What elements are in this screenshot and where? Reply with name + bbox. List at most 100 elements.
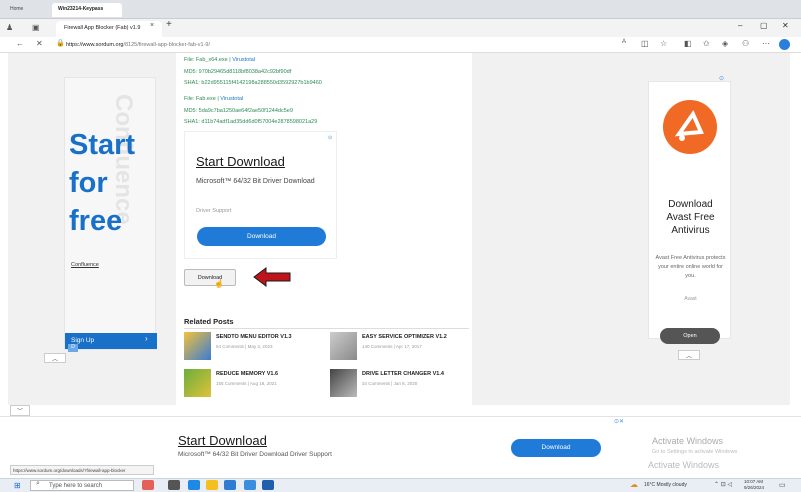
activation-hint: Go to Settings to activate Windows. bbox=[652, 449, 739, 455]
collections-icon[interactable]: ◧ bbox=[684, 39, 692, 48]
post-thumbnail bbox=[330, 332, 357, 360]
hand-cursor-icon: ☝ bbox=[214, 279, 224, 288]
post-meta: 140 Comments | Apr 17, 2017 bbox=[362, 344, 422, 349]
ad-close-icon[interactable]: ⊙✕ bbox=[614, 418, 624, 425]
favorites-icon[interactable]: ✩ bbox=[703, 39, 710, 48]
ad-headline: Start for free bbox=[69, 129, 136, 237]
mail-icon[interactable] bbox=[244, 480, 256, 490]
taskbar-search-input[interactable]: Type here to search bbox=[30, 480, 134, 491]
related-post[interactable]: EASY SERVICE OPTIMIZER V1.2 140 Comments… bbox=[330, 332, 470, 364]
back-icon[interactable]: ← bbox=[16, 39, 24, 48]
post-meta: 155 Comments | Aug 18, 2021 bbox=[216, 381, 277, 386]
activation-watermark: Activate Windows bbox=[648, 460, 720, 470]
open-button[interactable]: Open bbox=[660, 328, 720, 344]
bottom-ad-title[interactable]: Start Download bbox=[178, 433, 267, 448]
profile-icon[interactable]: ♟ bbox=[6, 23, 13, 32]
sha1-line: SHA1: b22d955115f4142198a288550d3592927b… bbox=[184, 80, 322, 86]
outer-tab-home[interactable]: Home bbox=[4, 3, 50, 17]
ad-choices-icon[interactable]: ⊙ bbox=[328, 135, 332, 141]
red-arrow-icon bbox=[253, 267, 291, 287]
post-thumbnail bbox=[330, 369, 357, 397]
outer-tab-strip: Home Win23214-Keypass bbox=[0, 0, 801, 19]
more-menu-icon[interactable]: ⋯ bbox=[762, 39, 770, 48]
file-line: File: Fab.exe | Virustotal bbox=[184, 96, 244, 102]
store-icon[interactable] bbox=[224, 480, 236, 490]
right-ad-collapse-chevron-up-icon[interactable]: ︿ bbox=[678, 350, 700, 360]
app-icon[interactable] bbox=[262, 480, 274, 490]
search-icon: ⌕ bbox=[36, 480, 40, 487]
file-explorer-icon[interactable] bbox=[206, 480, 218, 490]
widgets-icon[interactable] bbox=[142, 480, 154, 490]
weather-icon: ☁ bbox=[630, 480, 638, 489]
divider bbox=[184, 328, 469, 329]
post-thumbnail bbox=[184, 369, 211, 397]
bottom-ad-subtitle: Microsoft™ 64/32 Bit Driver Download Dri… bbox=[178, 451, 332, 458]
browser-tab-bar: ♟ ▣ Firewall App Blocker (Fab) v1.9 bbox=[0, 19, 801, 37]
url-field[interactable]: https://www.sordum.org/8125/firewall-app… bbox=[66, 40, 606, 51]
read-aloud-icon[interactable]: A bbox=[622, 39, 626, 45]
status-bar-url: https://www.sordum.org/downloads/?firewa… bbox=[10, 465, 154, 475]
extensions-icon[interactable]: ◈ bbox=[722, 39, 728, 48]
sign-up-button[interactable]: Sign Up bbox=[65, 333, 157, 349]
notifications-icon[interactable]: ▭ bbox=[779, 481, 786, 489]
ad-advertiser: Driver Support bbox=[196, 208, 232, 214]
related-post[interactable]: SENDTO MENU EDITOR V1.3 54 Comments | Ma… bbox=[184, 332, 324, 364]
post-thumbnail bbox=[184, 332, 211, 360]
avast-symbol bbox=[674, 109, 704, 141]
activation-watermark: Activate Windows bbox=[652, 436, 724, 446]
new-tab-button[interactable]: + bbox=[166, 19, 172, 30]
ad-download-button[interactable]: Download bbox=[197, 227, 326, 246]
favorite-star-icon[interactable]: ☆ bbox=[660, 39, 667, 48]
sha1-line: SHA1: d11b74adf1ad35dd6d0f57004e28785980… bbox=[184, 119, 318, 125]
minimize-button[interactable]: – bbox=[738, 21, 742, 30]
reload-stop-icon[interactable]: ✕ bbox=[36, 39, 43, 48]
weather-text[interactable]: 16°C Mostly cloudy bbox=[644, 482, 687, 488]
bottom-ad-download-button[interactable]: Download bbox=[511, 439, 601, 457]
post-title[interactable]: REDUCE MEMORY V1.6 bbox=[216, 371, 278, 377]
ad-subtitle: Microsoft™ 64/32 Bit Driver Download bbox=[196, 178, 315, 185]
post-meta: 54 Comments | May 3, 2023 bbox=[216, 344, 273, 349]
confluence-ad[interactable]: Confluence Start for free Confluence Sig… bbox=[64, 77, 157, 352]
tab-firewall-app-blocker[interactable]: Firewall App Blocker (Fab) v1.9 bbox=[56, 21, 162, 37]
post-title[interactable]: SENDTO MENU EDITOR V1.3 bbox=[216, 334, 292, 340]
tray-icons[interactable]: ⌃ ⊡ ◁ bbox=[714, 481, 732, 488]
clock[interactable]: 10:07 AM 9/26/2024 bbox=[744, 479, 764, 491]
task-view-icon[interactable] bbox=[168, 480, 180, 490]
download-button[interactable]: Download bbox=[184, 269, 236, 286]
related-posts-title: Related Posts bbox=[184, 317, 234, 326]
outer-tab-keypass[interactable]: Win23214-Keypass bbox=[52, 3, 122, 17]
split-screen-icon[interactable]: ◫ bbox=[641, 39, 649, 48]
chevron-right-icon: › bbox=[145, 334, 148, 343]
ad-description: Avast Free Antivirus protects your entir… bbox=[655, 255, 726, 279]
ad-badge: D bbox=[68, 344, 78, 352]
post-title[interactable]: DRIVE LETTER CHANGER V1.4 bbox=[362, 371, 444, 377]
virustotal-link[interactable]: Virustotal bbox=[232, 57, 255, 63]
page-viewport: Confluence Start for free Confluence Sig… bbox=[8, 53, 790, 405]
related-post[interactable]: REDUCE MEMORY V1.6 155 Comments | Aug 18… bbox=[184, 369, 324, 401]
edge-taskbar-icon[interactable] bbox=[188, 480, 200, 490]
avast-ad[interactable]: ⊙ Download Avast Free Antivirus Avast Fr… bbox=[648, 76, 731, 344]
profile-sync-icon[interactable]: ⚇ bbox=[742, 39, 749, 48]
ad-title[interactable]: Start Download bbox=[196, 154, 285, 169]
post-meta: 34 Comments | Jan 8, 2020 bbox=[362, 381, 418, 386]
virustotal-link[interactable]: Virustotal bbox=[220, 96, 243, 102]
chevron-down-icon[interactable]: ﹀ bbox=[10, 405, 30, 416]
tab-actions-icon[interactable]: ▣ bbox=[32, 23, 40, 32]
lock-icon[interactable]: 🔒 bbox=[56, 39, 65, 47]
post-title[interactable]: EASY SERVICE OPTIMIZER V1.2 bbox=[362, 334, 447, 340]
windows-start-icon[interactable]: ⊞ bbox=[14, 481, 21, 490]
ad-choices-icon[interactable]: ⊙ bbox=[719, 75, 724, 82]
tab-close-icon[interactable]: × bbox=[150, 22, 154, 29]
article-content: File: Fab_x64.exe | Virustotal MD5: 970b… bbox=[176, 53, 472, 405]
left-ad-collapse-chevron-up-icon[interactable]: ︿ bbox=[44, 353, 66, 363]
avast-logo-icon bbox=[663, 100, 717, 154]
copilot-icon[interactable] bbox=[779, 39, 790, 50]
driver-download-ad[interactable]: ⊙ Start Download Microsoft™ 64/32 Bit Dr… bbox=[184, 131, 337, 259]
related-post[interactable]: DRIVE LETTER CHANGER V1.4 34 Comments | … bbox=[330, 369, 470, 401]
ad-headline: Download Avast Free Antivirus bbox=[666, 199, 715, 236]
md5-line: MD5: 5da9c7ba1250ae64f2ae50f1244dc5e9 bbox=[184, 108, 293, 114]
maximize-button[interactable]: ▢ bbox=[760, 21, 768, 30]
confluence-brand[interactable]: Confluence bbox=[71, 262, 99, 268]
close-window-button[interactable]: ✕ bbox=[782, 21, 789, 30]
ad-brand: Avast bbox=[684, 296, 697, 302]
